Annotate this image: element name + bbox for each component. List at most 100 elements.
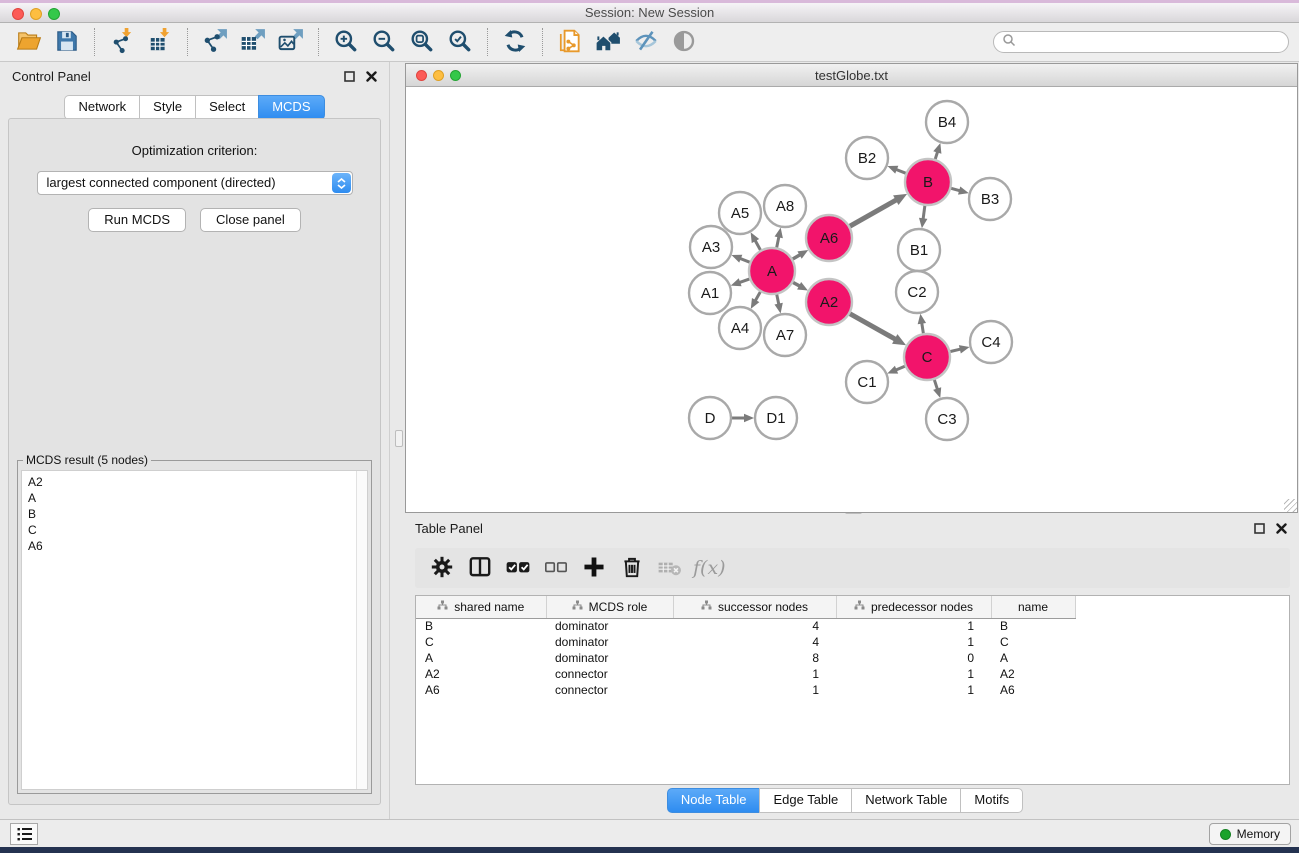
graph-node-D1[interactable]: D1 (755, 397, 797, 439)
graph-edge-B-B1[interactable] (923, 205, 925, 220)
import-network-button[interactable] (103, 25, 141, 59)
cell-successor-nodes[interactable]: 4 (673, 634, 836, 650)
cell-predecessor-nodes[interactable]: 0 (836, 650, 991, 666)
cell-shared-name[interactable]: A6 (416, 682, 546, 698)
graph-node-B1[interactable]: B1 (898, 229, 940, 271)
graph-node-C4[interactable]: C4 (970, 321, 1012, 363)
list-scrollbar[interactable] (356, 471, 367, 789)
unselect-all-columns-button[interactable] (537, 550, 575, 586)
criterion-select[interactable]: largest connected component (directed) (37, 171, 353, 195)
graph-node-A1[interactable]: A1 (689, 272, 731, 314)
add-column-button[interactable] (575, 550, 613, 586)
tab-network-table[interactable]: Network Table (851, 788, 960, 813)
tab-motifs[interactable]: Motifs (960, 788, 1023, 813)
column-header-predecessor-nodes[interactable]: predecessor nodes (836, 596, 991, 618)
save-session-button[interactable] (48, 25, 86, 59)
cell-successor-nodes[interactable]: 1 (673, 666, 836, 682)
zoom-window-button[interactable] (48, 8, 60, 20)
graph-node-D[interactable]: D (689, 397, 731, 439)
cell-shared-name[interactable]: A2 (416, 666, 546, 682)
vertical-splitter-grip[interactable] (395, 430, 403, 447)
column-header-MCDS-role[interactable]: MCDS role (546, 596, 673, 618)
result-list-item[interactable]: B (28, 506, 350, 522)
graph-node-A2[interactable]: A2 (806, 279, 852, 325)
tab-style[interactable]: Style (139, 95, 195, 120)
search-input[interactable] (1020, 34, 1280, 50)
cell-name[interactable]: B (991, 618, 1075, 634)
column-header-name[interactable]: name (991, 596, 1075, 618)
float-panel-icon[interactable] (344, 71, 355, 82)
graph-node-A[interactable]: A (749, 248, 795, 294)
cell-predecessor-nodes[interactable]: 1 (836, 666, 991, 682)
hide-details-button[interactable] (627, 25, 665, 59)
cell-name[interactable]: A (991, 650, 1075, 666)
cell-successor-nodes[interactable]: 1 (673, 682, 836, 698)
apply-layout-button[interactable] (496, 25, 534, 59)
cell-MCDS-role[interactable]: dominator (546, 618, 673, 634)
close-panel-icon[interactable] (366, 71, 377, 82)
zoom-selected-button[interactable] (441, 25, 479, 59)
tab-edge-table[interactable]: Edge Table (759, 788, 851, 813)
tab-select[interactable]: Select (195, 95, 258, 120)
graph-node-A7[interactable]: A7 (764, 314, 806, 356)
column-header-successor-nodes[interactable]: successor nodes (673, 596, 836, 618)
table-row[interactable]: A6connector11A6 (416, 682, 1075, 698)
graph-node-C3[interactable]: C3 (926, 398, 968, 440)
window-resize-grip[interactable] (1284, 499, 1297, 512)
cell-predecessor-nodes[interactable]: 1 (836, 682, 991, 698)
graph-edge-A2-C[interactable] (849, 313, 896, 340)
minimize-window-button[interactable] (30, 8, 42, 20)
result-list-item[interactable]: C (28, 522, 350, 538)
select-all-columns-button[interactable] (499, 550, 537, 586)
cell-predecessor-nodes[interactable]: 1 (836, 634, 991, 650)
zoom-fit-button[interactable] (403, 25, 441, 59)
graph-node-C1[interactable]: C1 (846, 361, 888, 403)
memory-button[interactable]: Memory (1209, 823, 1291, 845)
export-table-button[interactable] (234, 25, 272, 59)
column-header-shared-name[interactable]: shared name (416, 596, 546, 618)
open-session-button[interactable] (10, 25, 48, 59)
result-list-item[interactable]: A (28, 490, 350, 506)
network-file-button[interactable] (551, 25, 589, 59)
cell-MCDS-role[interactable]: dominator (546, 634, 673, 650)
cell-MCDS-role[interactable]: connector (546, 682, 673, 698)
export-image-button[interactable] (272, 25, 310, 59)
table-row[interactable]: Cdominator41C (416, 634, 1075, 650)
task-history-button[interactable] (10, 823, 38, 845)
tab-mcds[interactable]: MCDS (258, 95, 324, 120)
graph-edge-A6-B[interactable] (849, 199, 898, 226)
graph-node-C2[interactable]: C2 (896, 271, 938, 313)
zoom-out-button[interactable] (365, 25, 403, 59)
zoom-in-button[interactable] (327, 25, 365, 59)
table-row[interactable]: Bdominator41B (416, 618, 1075, 634)
result-list-item[interactable]: A6 (28, 538, 350, 554)
network-minimize-button[interactable] (433, 70, 444, 81)
network-zoom-button[interactable] (450, 70, 461, 81)
graph-node-A3[interactable]: A3 (690, 226, 732, 268)
result-list-item[interactable]: A2 (28, 474, 350, 490)
cell-predecessor-nodes[interactable]: 1 (836, 618, 991, 634)
graph-node-B3[interactable]: B3 (969, 178, 1011, 220)
network-window-titlebar[interactable]: testGlobe.txt (406, 64, 1297, 87)
table-row[interactable]: A2connector11A2 (416, 666, 1075, 682)
float-panel-icon[interactable] (1254, 523, 1265, 534)
graph-node-A8[interactable]: A8 (764, 185, 806, 227)
graph-node-B[interactable]: B (905, 159, 951, 205)
export-network-button[interactable] (196, 25, 234, 59)
column-layout-button[interactable] (461, 550, 499, 586)
cell-name[interactable]: A6 (991, 682, 1075, 698)
run-mcds-button[interactable]: Run MCDS (88, 208, 186, 232)
close-window-button[interactable] (12, 8, 24, 20)
contrast-eye-button[interactable] (665, 25, 703, 59)
cell-name[interactable]: C (991, 634, 1075, 650)
settings-gear-button[interactable] (423, 550, 461, 586)
cell-successor-nodes[interactable]: 8 (673, 650, 836, 666)
cell-successor-nodes[interactable]: 4 (673, 618, 836, 634)
graph-node-B2[interactable]: B2 (846, 137, 888, 179)
graph-node-A5[interactable]: A5 (719, 192, 761, 234)
cell-shared-name[interactable]: A (416, 650, 546, 666)
cell-name[interactable]: A2 (991, 666, 1075, 682)
cell-MCDS-role[interactable]: connector (546, 666, 673, 682)
cell-MCDS-role[interactable]: dominator (546, 650, 673, 666)
network-canvas[interactable]: B4B2BB3A5A8A6A3B1AA1C2A2A4A7C4CC1C3DD1 (406, 88, 1297, 512)
